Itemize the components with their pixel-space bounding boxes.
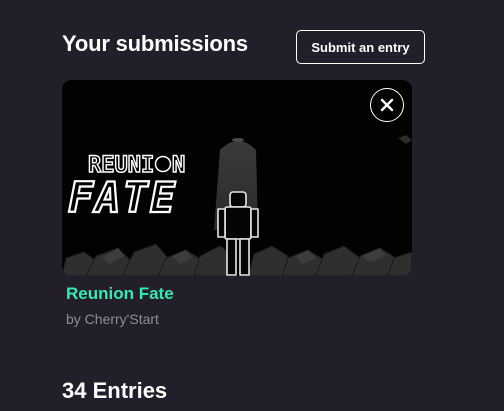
submission-card: REUNI N FATE Reunion Fate by Cherry'Star… [62, 80, 412, 327]
submit-entry-button[interactable]: Submit an entry [296, 30, 425, 64]
game-title-link[interactable]: Reunion Fate [66, 284, 174, 304]
game-thumbnail[interactable]: REUNI N FATE [62, 80, 412, 276]
thumbnail-logo-bottom: FATE [68, 173, 177, 222]
entries-count-heading: 34 Entries [62, 378, 168, 403]
heart-icon [154, 155, 172, 173]
submissions-heading: Your submissions [62, 31, 248, 56]
remove-submission-button[interactable] [370, 88, 404, 122]
close-icon [380, 98, 394, 112]
game-author: by Cherry'Start [66, 311, 159, 327]
thumbnail-art: REUNI N FATE [62, 80, 412, 276]
page: Your submissions Submit an entry REUNI N… [0, 0, 504, 411]
